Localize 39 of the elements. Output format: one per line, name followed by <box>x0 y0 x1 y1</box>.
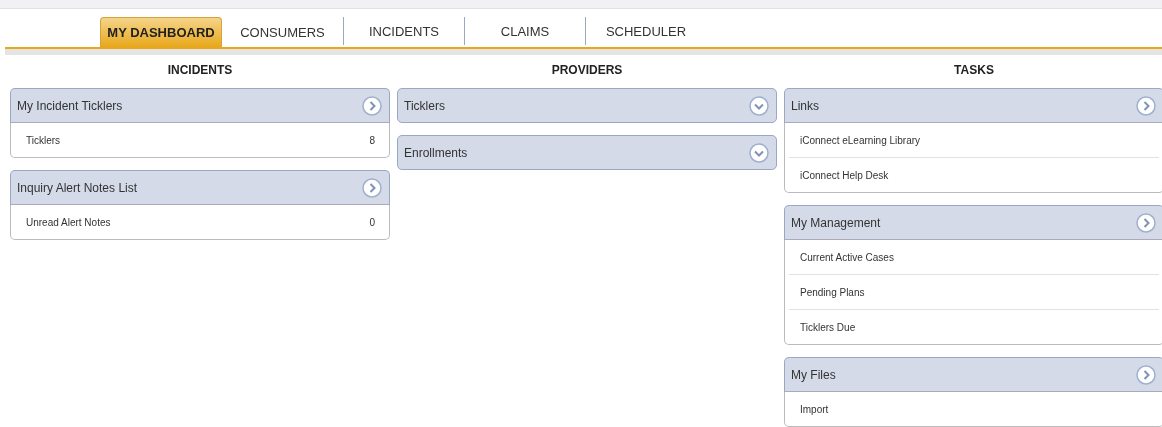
column-heading: PROVIDERS <box>550 62 624 79</box>
chevron-right-icon[interactable] <box>1136 212 1156 233</box>
list-item-link[interactable]: iConnect Help Desk <box>800 169 889 181</box>
chevron-right-icon[interactable] <box>362 95 382 116</box>
chevron-right-icon[interactable] <box>1136 95 1156 116</box>
chevron-right-icon[interactable] <box>1136 364 1156 385</box>
panel-header[interactable]: My Files <box>784 357 1162 392</box>
panel-header[interactable]: Ticklers <box>397 88 777 123</box>
column-heading: INCIDENTS <box>166 62 234 79</box>
nav-tab[interactable]: MY DASHBOARD <box>100 17 222 47</box>
panel-title: My Files <box>791 367 836 382</box>
nav-tab[interactable]: SCHEDULER <box>585 17 706 45</box>
item-count: 0 <box>369 216 375 228</box>
column-heading: TASKS <box>953 62 995 79</box>
list-item-link[interactable]: Import <box>800 403 829 415</box>
list-item-link[interactable]: Ticklers <box>26 134 61 146</box>
panel-title: Enrollments <box>404 145 468 160</box>
panel-title: My Incident Ticklers <box>17 98 123 113</box>
list-item-link[interactable]: Current Active Cases <box>800 251 894 263</box>
chevron-right-icon[interactable] <box>362 177 382 198</box>
item-count: 8 <box>369 134 375 146</box>
list-item-link[interactable]: Unread Alert Notes <box>26 216 111 228</box>
nav-tab[interactable]: CONSUMERS <box>222 17 343 47</box>
nav-tab[interactable]: INCIDENTS <box>343 17 464 45</box>
list-item-link[interactable]: Pending Plans <box>800 286 865 298</box>
panel-header[interactable]: My Incident Ticklers <box>10 88 390 123</box>
chevron-down-icon[interactable] <box>749 142 769 163</box>
panel-header[interactable]: Enrollments <box>397 135 777 170</box>
nav-tab[interactable]: CLAIMS <box>464 17 585 45</box>
list-item-link[interactable]: Ticklers Due <box>800 321 856 333</box>
panel-title: My Management <box>791 215 881 230</box>
panel-header[interactable]: Inquiry Alert Notes List <box>10 170 390 205</box>
panel-title: Links <box>791 98 819 113</box>
panel-header[interactable]: My Management <box>784 205 1162 240</box>
panel-header[interactable]: Links <box>784 88 1162 123</box>
list-item-link[interactable]: iConnect eLearning Library <box>800 134 921 146</box>
panel-title: Inquiry Alert Notes List <box>17 180 138 195</box>
panel-title: Ticklers <box>404 98 445 113</box>
chevron-down-icon[interactable] <box>749 95 769 116</box>
